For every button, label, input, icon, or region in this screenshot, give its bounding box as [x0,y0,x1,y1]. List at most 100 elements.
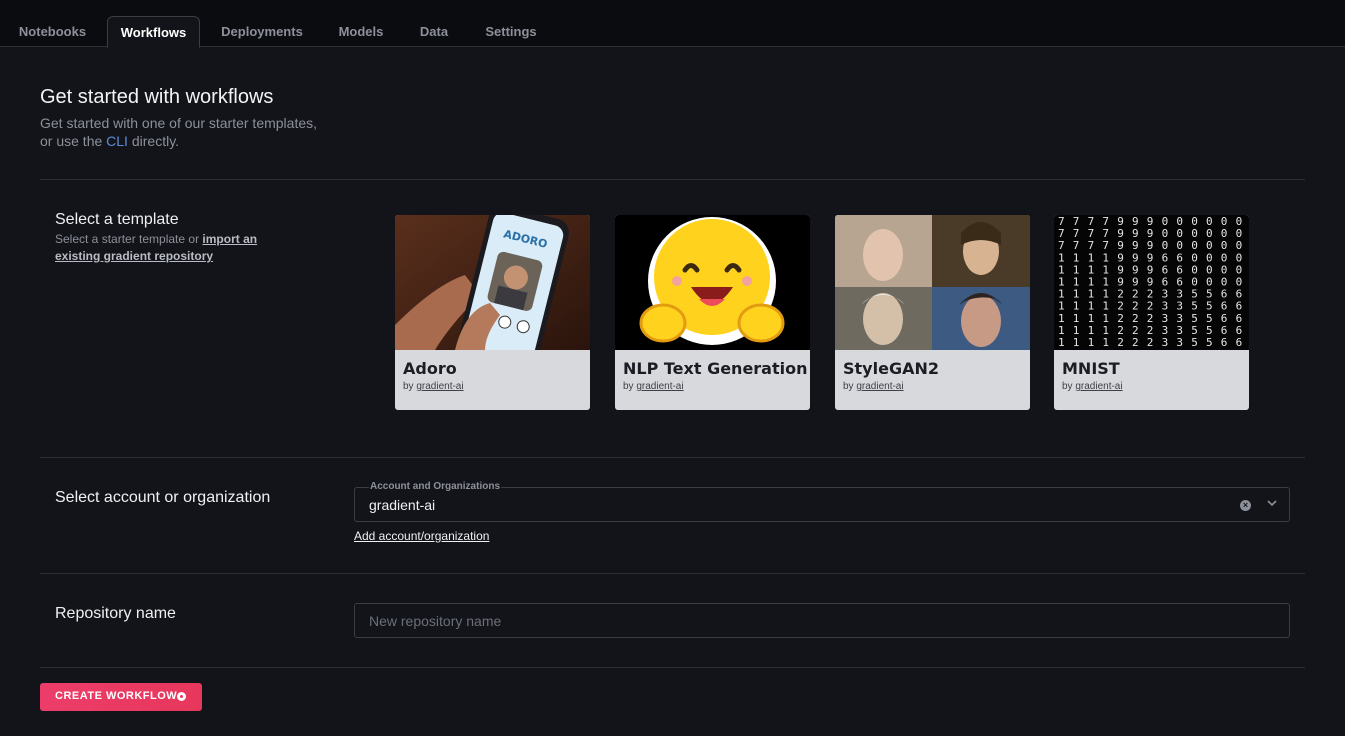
digit-glyph: 1 [1088,324,1095,337]
digit-glyph: 0 [1191,251,1198,264]
template-card-stylegan2[interactable]: StyleGAN2 by gradient-ai [835,215,1030,410]
digit-glyph: 1 [1102,312,1109,325]
digit-glyph: 1 [1073,312,1080,325]
template-card-mnist[interactable]: 7777999000000777799900000077779990000001… [1054,215,1249,410]
top-tab-bar: Notebooks Workflows Deployments Models D… [0,0,1345,48]
account-field-label: Account and Organizations [369,481,502,492]
by-label: by [623,381,634,392]
template-card-nlp-text-generation[interactable]: NLP Text Generation by gradient-ai [615,215,810,410]
digit-glyph: 6 [1162,276,1169,289]
digit-glyph: 3 [1162,324,1169,337]
digit-glyph: 2 [1147,336,1154,349]
add-account-link[interactable]: Add account/organization [354,529,489,543]
digit-glyph: 0 [1236,227,1243,240]
digit-glyph: 0 [1206,239,1213,252]
create-workflow-button[interactable]: CREATE WORKFLOW [40,683,202,711]
digit-glyph: 2 [1117,336,1124,349]
digit-glyph: 1 [1058,300,1065,313]
digit-glyph: 2 [1117,312,1124,325]
digit-glyph: 5 [1191,324,1198,337]
portraits-icon [835,215,1030,350]
digit-glyph: 0 [1191,239,1198,252]
page-title: Get started with workflows [40,86,274,108]
tab-deployments[interactable]: Deployments [216,16,308,47]
tab-models[interactable]: Models [332,16,390,47]
subtitle-prefix: or use the [40,133,103,149]
author-link[interactable]: gradient-ai [416,381,463,392]
digit-glyph: 0 [1221,276,1228,289]
digit-glyph: 3 [1176,336,1183,349]
clear-icon[interactable]: × [1240,500,1251,511]
author-link[interactable]: gradient-ai [636,381,683,392]
by-label: by [403,381,414,392]
template-title: MNIST [1062,359,1120,378]
author-link[interactable]: gradient-ai [1075,381,1122,392]
digit-glyph: 2 [1147,288,1154,301]
tab-data[interactable]: Data [414,16,454,47]
digit-glyph: 7 [1102,227,1109,240]
template-card-adoro[interactable]: ADORO Adoro by gradient-ai [395,215,590,410]
digit-glyph: 5 [1206,288,1213,301]
tab-settings[interactable]: Settings [478,16,544,47]
phone-app-icon: ADORO [395,215,590,350]
digit-glyph: 3 [1176,324,1183,337]
digit-glyph: 3 [1162,288,1169,301]
digit-glyph: 3 [1176,288,1183,301]
tab-notebooks[interactable]: Notebooks [14,16,91,47]
template-author: by gradient-ai [1062,381,1123,392]
digit-glyph: 9 [1117,263,1124,276]
digit-glyph: 0 [1206,263,1213,276]
digit-glyph: 1 [1073,263,1080,276]
digit-glyph: 1 [1073,276,1080,289]
cli-link[interactable]: CLI [106,133,128,149]
digit-glyph: 1 [1088,312,1095,325]
digit-glyph: 1 [1058,263,1065,276]
digit-glyph: 9 [1147,263,1154,276]
digit-glyph: 5 [1191,312,1198,325]
digit-glyph: 9 [1147,227,1154,240]
digit-glyph: 3 [1162,312,1169,325]
template-help-prefix: Select a starter template or [55,232,200,246]
create-workflow-label: CREATE WORKFLOW [55,690,178,702]
digit-glyph: 7 [1073,227,1080,240]
digit-glyph: 5 [1206,312,1213,325]
digit-glyph: 0 [1236,263,1243,276]
account-select[interactable]: Account and Organizations gradient-ai × [354,481,1290,522]
digit-glyph: 9 [1147,239,1154,252]
digit-glyph: 6 [1176,276,1183,289]
template-section-label: Select a template [55,211,179,228]
subtitle-line1: Get started with one of our starter temp… [40,115,318,131]
digit-glyph: 1 [1102,276,1109,289]
digit-glyph: 7 [1088,215,1095,228]
digit-glyph: 6 [1221,312,1228,325]
digit-glyph: 7 [1088,227,1095,240]
digit-glyph: 0 [1221,239,1228,252]
digit-glyph: 3 [1176,312,1183,325]
digit-glyph: 2 [1132,288,1139,301]
digit-glyph: 1 [1102,324,1109,337]
chevron-down-icon[interactable] [1265,496,1279,510]
digit-glyph: 5 [1191,300,1198,313]
subtitle-suffix: directly. [131,133,180,149]
digit-glyph: 2 [1147,300,1154,313]
digit-glyph: 2 [1117,288,1124,301]
digit-glyph: 9 [1147,251,1154,264]
digit-glyph: 0 [1221,263,1228,276]
section-divider [40,667,1305,668]
digit-glyph: 6 [1221,324,1228,337]
digit-glyph: 0 [1236,251,1243,264]
digit-glyph: 1 [1058,276,1065,289]
digit-glyph: 7 [1102,239,1109,252]
author-link[interactable]: gradient-ai [856,381,903,392]
section-divider [40,179,1305,180]
digit-glyph: 9 [1132,276,1139,289]
digit-glyph: 9 [1117,239,1124,252]
digit-glyph: 6 [1176,263,1183,276]
page-subtitle: Get started with one of our starter temp… [40,114,360,150]
digit-glyph: 3 [1162,300,1169,313]
digit-glyph: 7 [1058,227,1065,240]
digit-glyph: 2 [1132,312,1139,325]
repository-name-input[interactable] [354,603,1290,638]
tab-workflows[interactable]: Workflows [107,16,200,48]
digit-glyph: 1 [1073,300,1080,313]
